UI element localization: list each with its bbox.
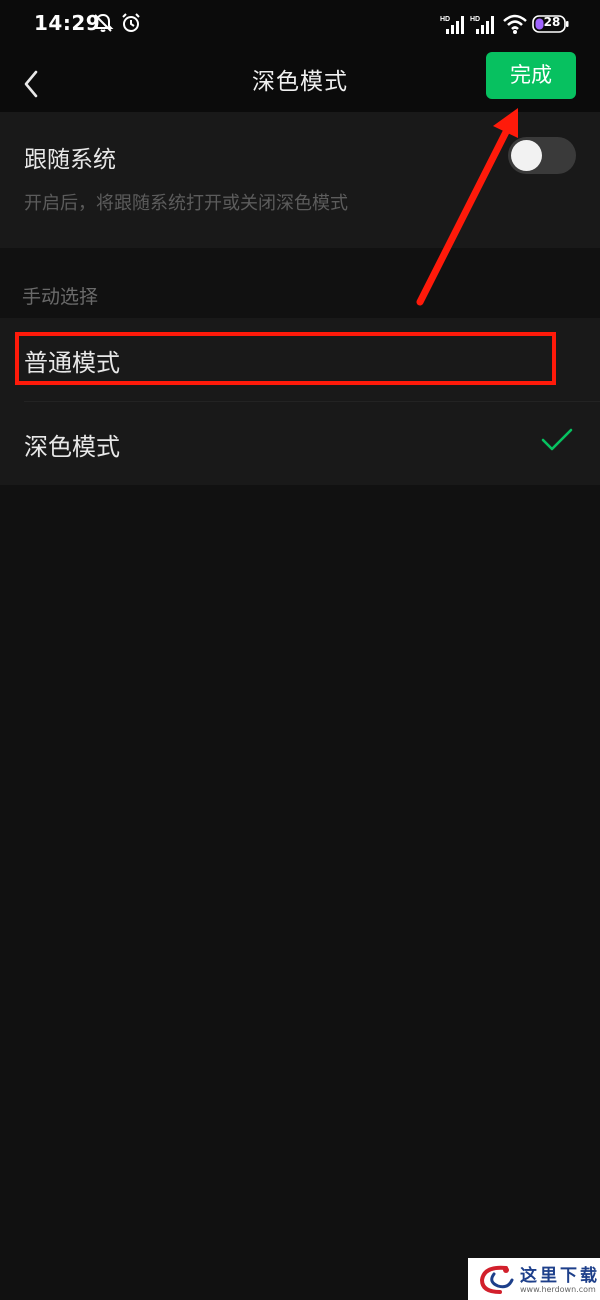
status-bar: 14:29 HD HD 28 (0, 0, 600, 48)
cellular-signal-2-icon: HD (470, 13, 496, 39)
follow-system-toggle[interactable] (508, 137, 576, 174)
cellular-signal-1-icon: HD (440, 13, 466, 39)
status-time: 14:29 (34, 11, 101, 35)
option-label: 深色模式 (24, 433, 120, 461)
follow-system-title: 跟随系统 (24, 147, 116, 173)
dark-mode-settings-screen: 14:29 HD HD 28 深色模式 完成 跟随系统 开启后，将跟随系统打开或… (0, 0, 600, 1300)
checkmark-icon (541, 428, 573, 451)
annotation-highlight-box (15, 332, 556, 385)
battery-level: 28 (543, 15, 561, 29)
notifications-muted-icon (92, 12, 114, 38)
watermark-text: 这里下载 (520, 1266, 600, 1286)
follow-system-description: 开启后，将跟随系统打开或关闭深色模式 (24, 193, 348, 214)
alarm-clock-icon (120, 12, 142, 38)
watermark: 这里下载 www.herdown.com (468, 1258, 600, 1300)
option-dark-mode[interactable]: 深色模式 (0, 402, 600, 485)
toggle-knob (511, 140, 542, 171)
svg-text:HD: HD (470, 16, 480, 23)
watermark-url: www.herdown.com (520, 1285, 596, 1294)
svg-text:HD: HD (440, 16, 450, 23)
watermark-logo-icon (479, 1265, 514, 1294)
manual-selection-label: 手动选择 (22, 286, 99, 308)
follow-system-card: 跟随系统 开启后，将跟随系统打开或关闭深色模式 (0, 112, 600, 248)
done-button[interactable]: 完成 (486, 52, 576, 99)
navigation-bar: 深色模式 完成 (0, 48, 600, 112)
wifi-icon (502, 13, 528, 39)
